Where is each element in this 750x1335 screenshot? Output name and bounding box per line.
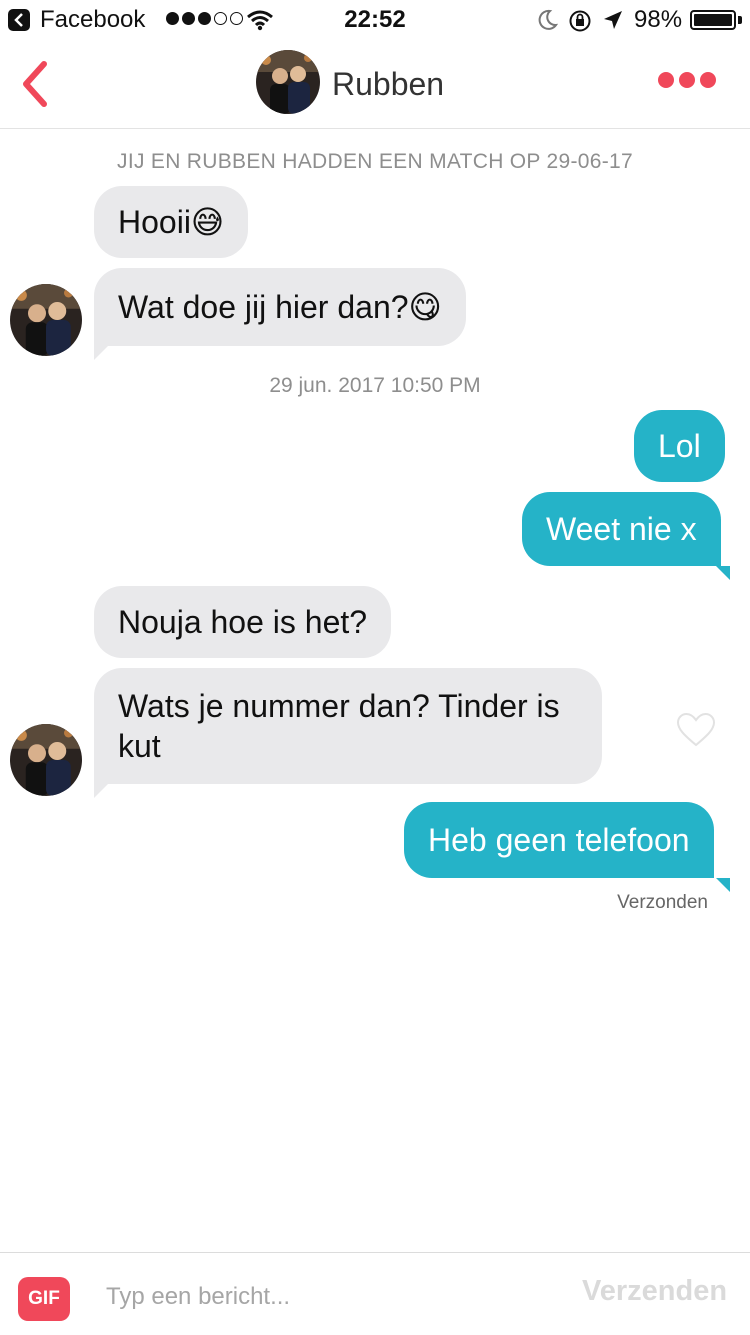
message-timestamp: 29 jun. 2017 10:50 PM bbox=[269, 374, 481, 397]
bubble-tail bbox=[94, 346, 108, 360]
bubble-tail bbox=[716, 878, 730, 892]
message-input-bar: GIF Verzenden bbox=[0, 1252, 750, 1335]
message-text: Hooii😅 bbox=[118, 204, 225, 240]
message-text: Weet nie x bbox=[546, 511, 697, 547]
location-icon bbox=[604, 11, 622, 29]
status-bar: Facebook 22:52 98% bbox=[0, 0, 750, 40]
incoming-message: Wat doe jij hier dan?😋 bbox=[94, 268, 466, 346]
battery-percentage: 98% bbox=[634, 6, 683, 33]
more-options-button[interactable] bbox=[658, 72, 722, 92]
incoming-message: Wats je nummer dan? Tinder is kut bbox=[94, 668, 602, 784]
battery-tip bbox=[738, 16, 742, 24]
chevron-left-icon bbox=[23, 61, 47, 107]
contact-name[interactable]: Rubben bbox=[332, 66, 444, 103]
outgoing-message: Heb geen telefoon bbox=[404, 802, 714, 878]
message-text: Nouja hoe is het? bbox=[118, 604, 368, 640]
more-dot-icon bbox=[679, 72, 695, 88]
bubble-tail bbox=[716, 566, 730, 580]
bubble-tail bbox=[94, 784, 108, 798]
outgoing-message: Weet nie x bbox=[522, 492, 721, 566]
like-heart-icon[interactable] bbox=[676, 712, 716, 748]
more-dot-icon bbox=[700, 72, 716, 88]
match-notice: JIJ EN RUBBEN HADDEN EEN MATCH OP 29-06-… bbox=[117, 150, 633, 173]
message-text: Lol bbox=[658, 428, 701, 464]
battery-icon bbox=[690, 10, 736, 30]
back-button[interactable] bbox=[14, 56, 58, 112]
incoming-message: Hooii😅 bbox=[94, 186, 249, 258]
sender-avatar[interactable] bbox=[10, 284, 82, 356]
message-text: Heb geen telefoon bbox=[428, 822, 690, 858]
rotation-lock-icon bbox=[569, 10, 591, 32]
message-text: Wat doe jij hier dan?😋 bbox=[118, 289, 442, 325]
more-dot-icon bbox=[658, 72, 674, 88]
send-button[interactable]: Verzenden bbox=[582, 1275, 727, 1308]
outgoing-message: Lol bbox=[634, 410, 725, 482]
incoming-message: Nouja hoe is het? bbox=[94, 586, 392, 658]
delivery-status: Verzonden bbox=[617, 892, 708, 913]
chat-header: Rubben bbox=[0, 40, 750, 129]
message-input[interactable] bbox=[106, 1275, 546, 1319]
contact-avatar[interactable] bbox=[256, 50, 320, 114]
do-not-disturb-icon bbox=[538, 9, 558, 30]
sender-avatar[interactable] bbox=[10, 724, 82, 796]
message-text: Wats je nummer dan? Tinder is kut bbox=[118, 688, 560, 764]
gif-button[interactable]: GIF bbox=[18, 1277, 70, 1321]
